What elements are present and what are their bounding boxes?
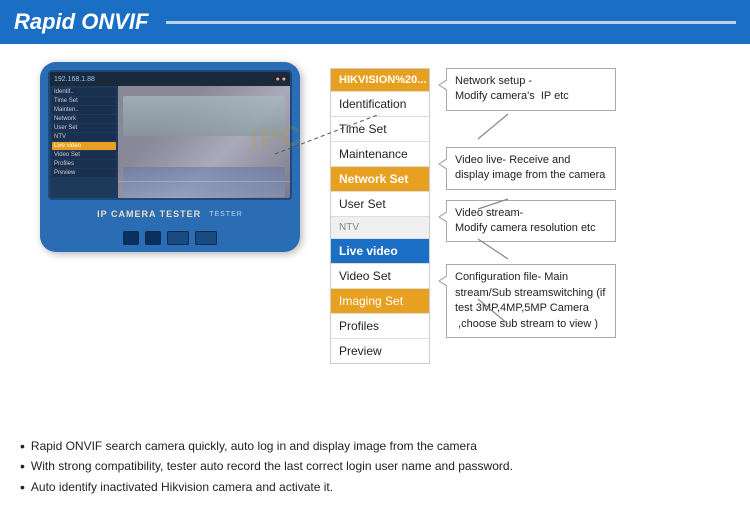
screen-menu-identification[interactable]: Identif.. <box>52 88 116 96</box>
bullet-dot-1: • <box>20 438 25 455</box>
menu-imagingset[interactable]: Imaging Set <box>331 289 429 314</box>
menu-title: HIKVISION%20... <box>331 69 429 92</box>
bullet-dot-2: • <box>20 458 25 475</box>
port-usb <box>167 231 189 245</box>
bullet-text-2: With strong compatibility, tester auto r… <box>31 458 513 475</box>
bullet-text-1: Rapid ONVIF search camera quickly, auto … <box>31 438 477 455</box>
header-line <box>166 21 736 24</box>
screen-menu-ntv[interactable]: NTV <box>52 133 116 141</box>
menu-column: HIKVISION%20... Identification Time Set … <box>330 68 430 364</box>
menu-preview[interactable]: Preview <box>331 339 429 363</box>
screen-menu-videoset[interactable]: Video Set <box>52 151 116 159</box>
menu-profiles[interactable]: Profiles <box>331 314 429 339</box>
bullets-section: • Rapid ONVIF search camera quickly, aut… <box>20 438 730 500</box>
header: Rapid ONVIF <box>0 0 750 44</box>
screen-menu-network[interactable]: Network <box>52 115 116 123</box>
menu-livevideo[interactable]: Live video <box>331 239 429 264</box>
device-screen: 192.168.1.88 ● ● Identif.. Time Set Main… <box>48 70 292 200</box>
screen-menu-profiles[interactable]: Profiles <box>52 160 116 168</box>
bullet-item-3: • Auto identify inactivated Hikvision ca… <box>20 479 730 496</box>
menu-timeset[interactable]: Time Set <box>331 117 429 142</box>
device-mockup: 192.168.1.88 ● ● Identif.. Time Set Main… <box>40 62 300 252</box>
screen-top-bar: 192.168.1.88 ● ● <box>50 72 290 86</box>
screen-menu-live[interactable]: Live video <box>52 142 116 150</box>
device-label-tester: TESTER <box>209 211 243 218</box>
callout-livevideo: Video live- Receive and display image fr… <box>446 147 616 190</box>
menu-ntv: NTV <box>331 217 429 239</box>
callout-videostream: Video stream-Modify camera resolution et… <box>446 200 616 243</box>
callout-profiles: Configuration file- Main stream/Sub stre… <box>446 264 616 338</box>
device-label-ipc: IP CAMERA TESTER <box>97 209 201 219</box>
screen-menu-preview[interactable]: Preview <box>52 169 116 177</box>
callout-profiles-text: Configuration file- Main stream/Sub stre… <box>455 271 605 329</box>
screen-content: Identif.. Time Set Mainten.. Network Use… <box>50 86 290 200</box>
port-rj45-1 <box>123 231 139 245</box>
callouts-container: Network setup -Modify camera's IP etc Vi… <box>430 58 616 338</box>
screen-left-panel: Identif.. Time Set Mainten.. Network Use… <box>50 86 118 200</box>
screen-menu-timeset[interactable]: Time Set <box>52 97 116 105</box>
bullet-item-2: • With strong compatibility, tester auto… <box>20 458 730 475</box>
callout-network-text: Network setup -Modify camera's IP etc <box>455 75 569 102</box>
camera-view <box>118 86 290 200</box>
camera-room-line <box>118 181 290 182</box>
screen-menu-maintain[interactable]: Mainten.. <box>52 106 116 114</box>
callout-network: Network setup -Modify camera's IP etc <box>446 68 616 111</box>
screen-menu-userset[interactable]: User Set <box>52 124 116 132</box>
screen-main-view <box>118 86 290 200</box>
bullet-item-1: • Rapid ONVIF search camera quickly, aut… <box>20 438 730 455</box>
device-bottom: IP CAMERA TESTER TESTER <box>48 200 292 228</box>
callout-videostream-text: Video stream-Modify camera resolution et… <box>455 207 596 234</box>
port-rj45-2 <box>145 231 161 245</box>
bullet-text-3: Auto identify inactivated Hikvision came… <box>31 479 333 496</box>
header-title: Rapid ONVIF <box>14 9 148 35</box>
device-ports <box>48 228 292 248</box>
menu-userset[interactable]: User Set <box>331 192 429 217</box>
menu-maintenance[interactable]: Maintenance <box>331 142 429 167</box>
port-other <box>195 231 217 245</box>
menu-videoset[interactable]: Video Set <box>331 264 429 289</box>
callout-livevideo-text: Video live- Receive and display image fr… <box>455 154 605 181</box>
bullet-dot-3: • <box>20 479 25 496</box>
menu-networkset[interactable]: Network Set <box>331 167 429 192</box>
menu-identification[interactable]: Identification <box>331 92 429 117</box>
